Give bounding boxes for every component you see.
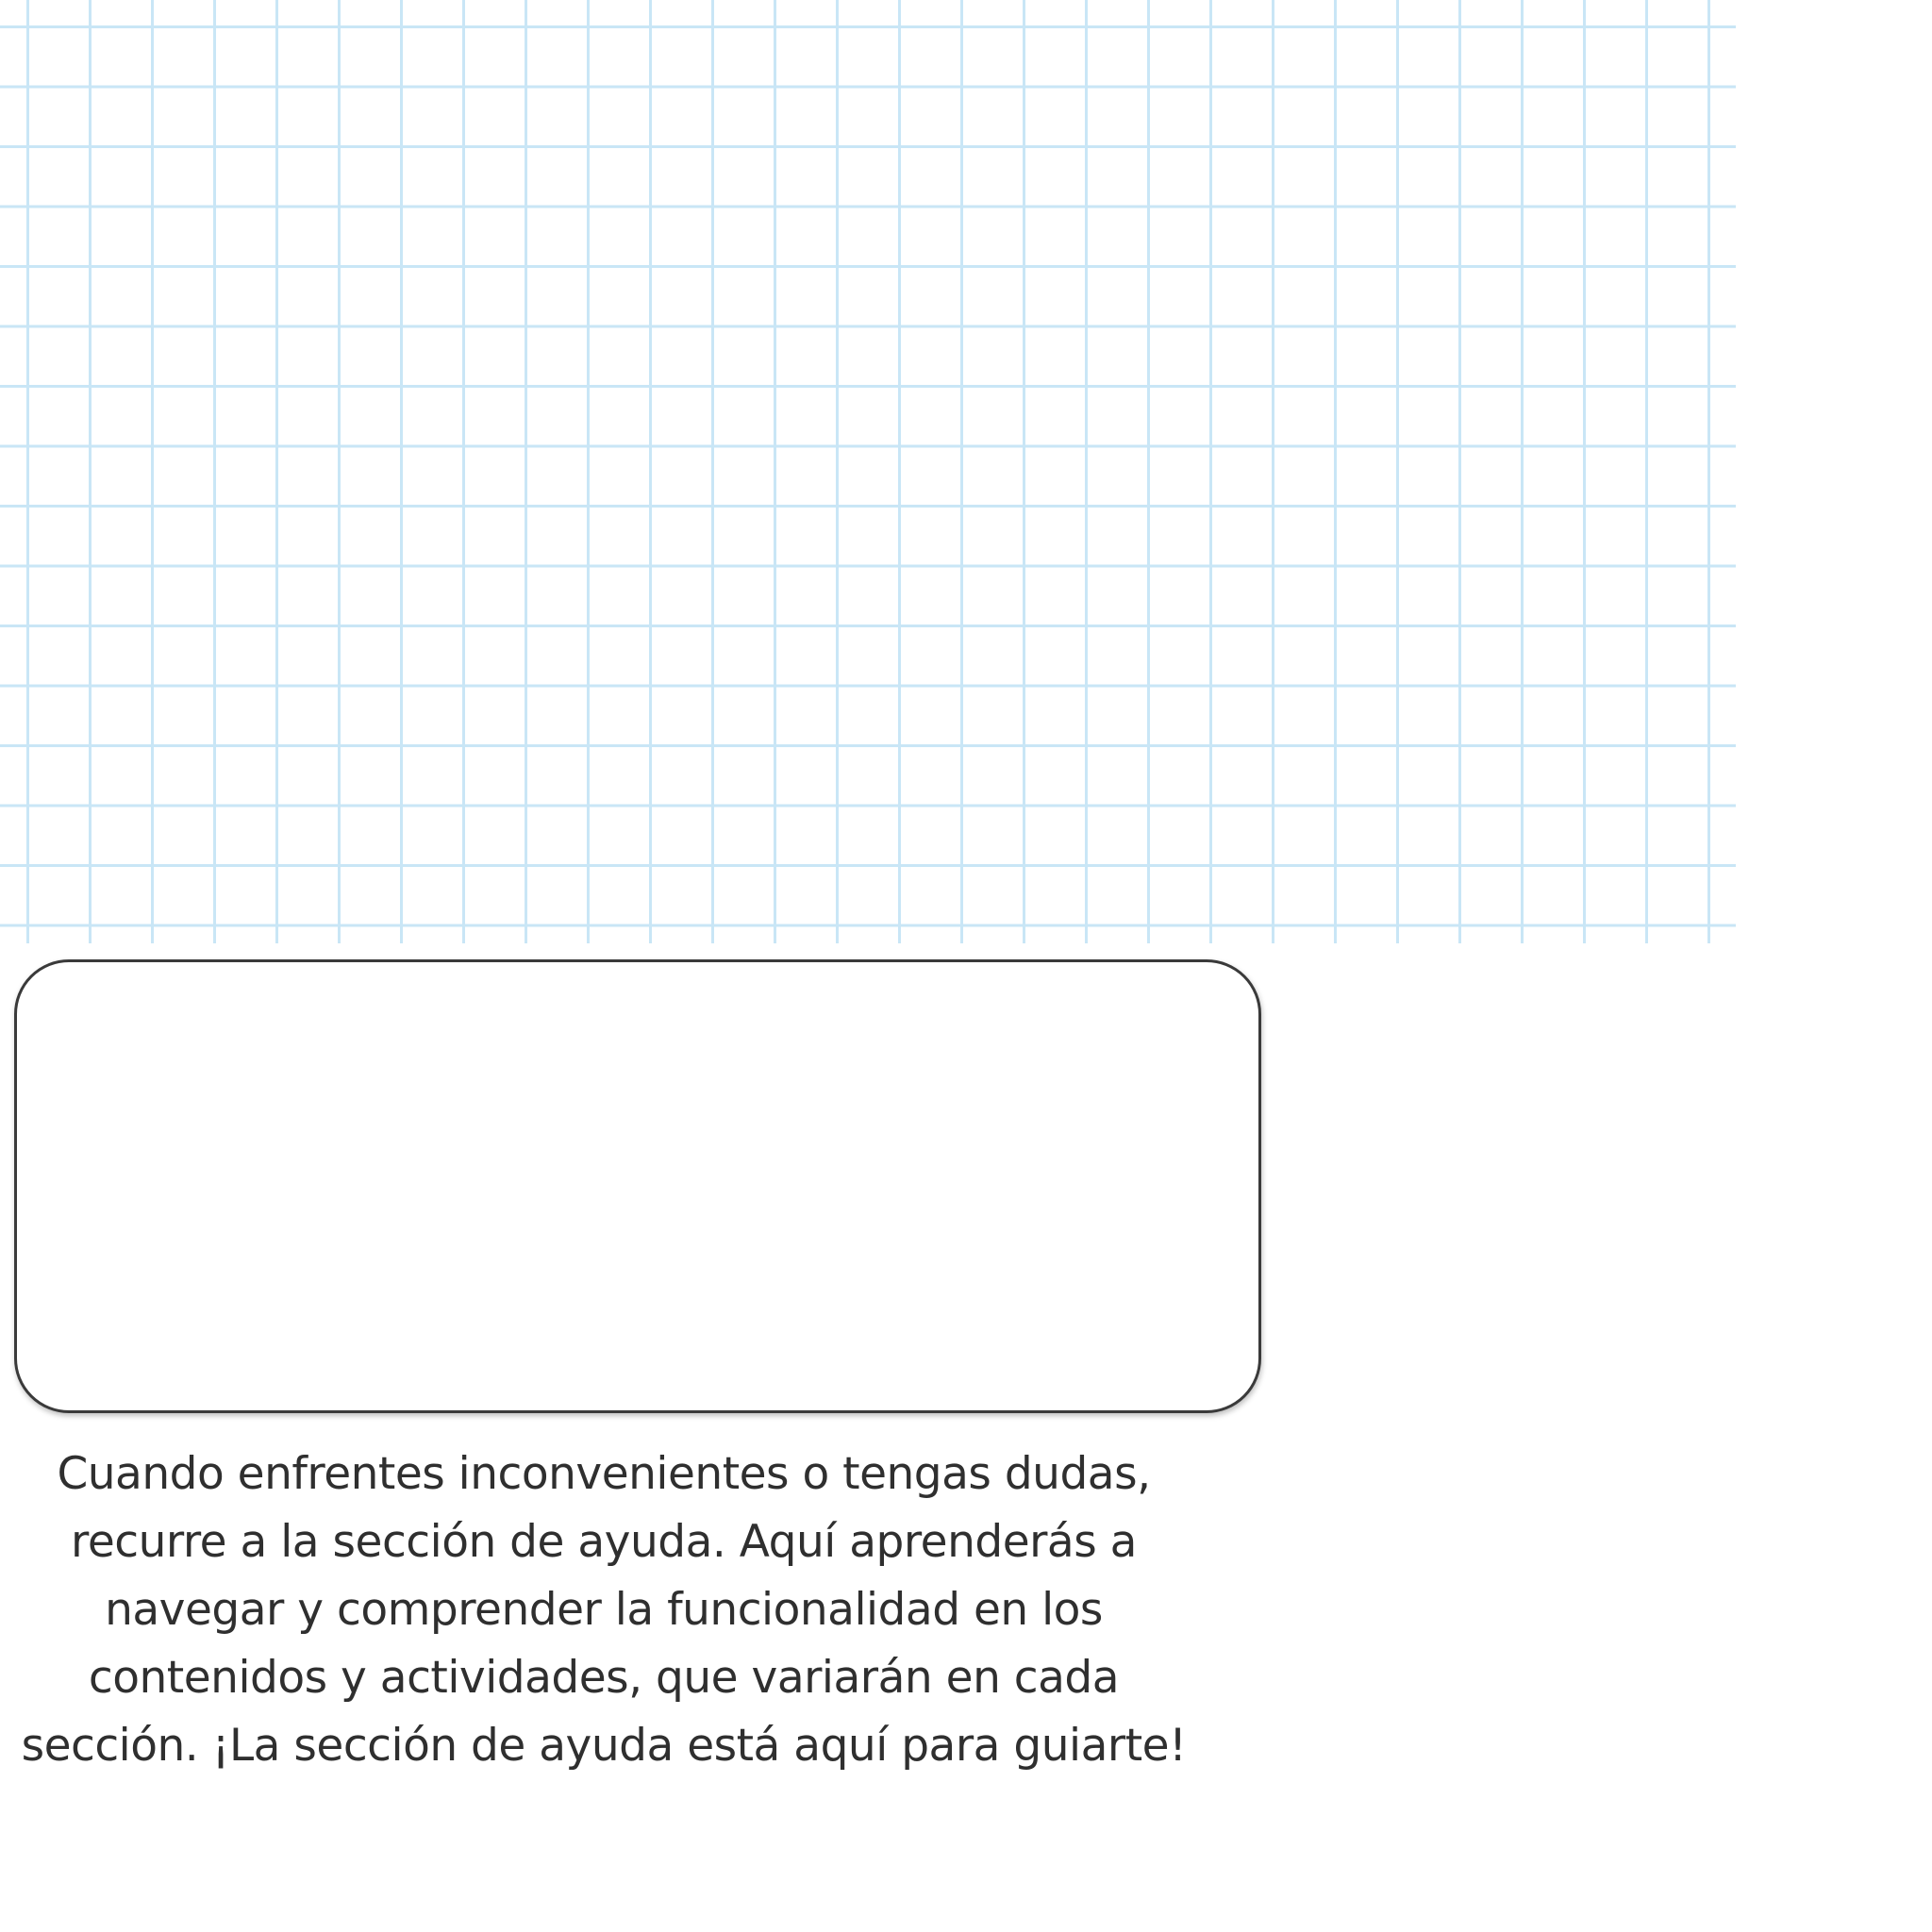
grid-paper-background	[0, 0, 1736, 943]
help-section-description: Cuando enfrentes inconvenientes o tengas…	[21, 1448, 1187, 1772]
content-panel	[14, 959, 1261, 1413]
